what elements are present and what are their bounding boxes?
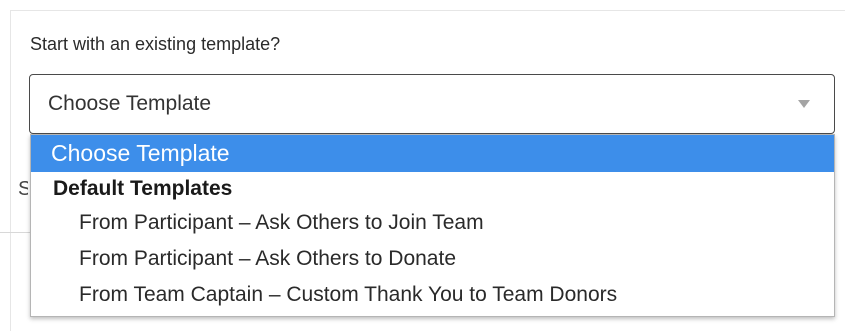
obscured-background-text: S [18,178,28,200]
template-select-value: Choose Template [48,92,212,115]
template-dropdown-list: Choose Template Default Templates From P… [30,134,835,317]
template-question-label: Start with an existing template? [30,34,281,54]
option-choose-template[interactable]: Choose Template [31,135,834,172]
option-team-captain-thank-you[interactable]: From Team Captain – Custom Thank You to … [79,283,617,307]
background-divider [0,232,30,233]
option-participant-join-team[interactable]: From Participant – Ask Others to Join Te… [79,211,484,235]
option-group-default-templates: Default Templates [53,177,233,200]
option-participant-donate[interactable]: From Participant – Ask Others to Donate [79,247,456,271]
template-select[interactable]: Choose Template [29,74,835,134]
chevron-down-icon [798,100,810,108]
